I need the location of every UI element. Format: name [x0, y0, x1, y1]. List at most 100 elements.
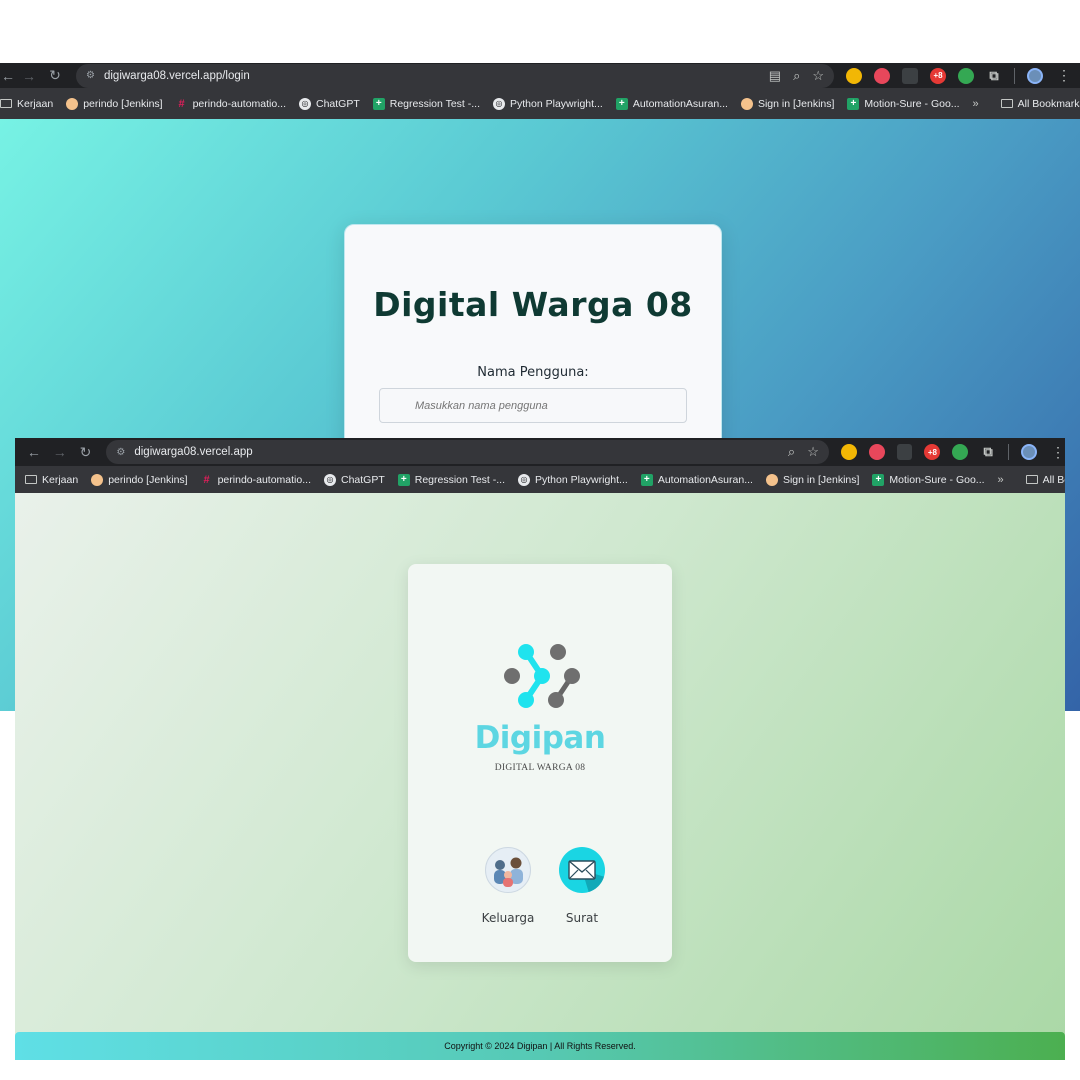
url-text[interactable]: digiwarga08.vercel.app: [134, 446, 776, 458]
chatgpt-icon: ◎: [493, 97, 506, 110]
site-info-icon[interactable]: ⚙: [116, 447, 125, 458]
translate-icon[interactable]: ▤: [769, 68, 781, 84]
more-bookmarks-icon[interactable]: »: [973, 98, 979, 110]
url-text[interactable]: digiwarga08.vercel.app/login: [104, 70, 757, 82]
extension-grid-icon[interactable]: [896, 444, 913, 460]
omnibox[interactable]: ⚙ digiwarga08.vercel.app/login ▤ ⌕ ☆: [76, 63, 834, 88]
reload-icon[interactable]: ↻: [42, 67, 68, 84]
all-bookmarks-label: All Bookmarks: [1017, 97, 1080, 110]
bookmark-item[interactable]: Sign in [Jenkins]: [765, 473, 860, 486]
bookmark-label: Kerjaan: [42, 473, 79, 486]
back-icon[interactable]: ←: [21, 444, 47, 460]
folder-icon: [0, 99, 12, 108]
menu-kebab-icon[interactable]: ⋮: [1051, 444, 1065, 461]
slack-icon: #: [203, 473, 210, 486]
profile-avatar-icon[interactable]: [1027, 67, 1043, 84]
bookmark-label: Sign in [Jenkins]: [782, 473, 860, 486]
mail-icon[interactable]: [559, 847, 605, 893]
extension-grid-icon[interactable]: [902, 67, 918, 84]
bookmark-item[interactable]: ◎ ChatGPT: [323, 473, 385, 486]
username-input[interactable]: [379, 388, 687, 423]
bookmark-label: Python Playwright...: [510, 97, 603, 110]
menu-item-surat[interactable]: Surat: [552, 847, 612, 925]
jenkins-icon: [91, 473, 104, 486]
bookmark-label: perindo [Jenkins]: [108, 473, 188, 486]
extension-badge-icon[interactable]: +8: [930, 67, 946, 84]
bookmark-item[interactable]: Kerjaan: [25, 474, 78, 486]
sheets-icon: +: [640, 473, 653, 486]
folder-icon: [25, 475, 37, 484]
brand-name: Digipan: [474, 720, 606, 756]
bookmarks-bar: Kerjaan perindo [Jenkins] # perindo-autom…: [15, 466, 1065, 493]
all-bookmarks-button[interactable]: All Bookmarks: [1000, 97, 1080, 110]
bookmark-label: ChatGPT: [340, 473, 385, 486]
extension-green-icon[interactable]: [952, 444, 969, 460]
back-icon[interactable]: ←: [0, 68, 16, 84]
omnibox[interactable]: ⚙ digiwarga08.vercel.app ⌕ ☆: [106, 440, 829, 464]
bookmark-label: perindo-automatio...: [217, 473, 311, 486]
extension-green-icon[interactable]: [958, 67, 974, 84]
bookmark-item[interactable]: ◎ ChatGPT: [298, 97, 360, 110]
all-bookmarks-label: All Bookmarks: [1042, 473, 1065, 486]
bookmark-item[interactable]: Sign in [Jenkins]: [740, 97, 835, 110]
dashboard-card: Digipan DIGITAL WARGA 08 Keluarga Surat: [408, 564, 672, 962]
bookmark-label: Motion-Sure - Goo...: [864, 97, 960, 110]
forward-icon[interactable]: →: [47, 444, 73, 460]
more-bookmarks-icon[interactable]: »: [998, 474, 1004, 486]
family-icon[interactable]: [485, 847, 531, 893]
address-bar-row: ← → ↻ ⚙ digiwarga08.vercel.app/login ▤ ⌕…: [0, 63, 1080, 88]
reload-icon[interactable]: ↻: [73, 444, 99, 461]
bookmark-label: perindo [Jenkins]: [83, 97, 163, 110]
bookmark-item[interactable]: perindo [Jenkins]: [91, 473, 188, 486]
bookmark-item[interactable]: # perindo-automatio...: [201, 474, 311, 486]
bookmark-item[interactable]: + AutomationAsuran...: [640, 473, 753, 486]
bookmark-label: ChatGPT: [315, 97, 360, 110]
bookmark-item[interactable]: # perindo-automatio...: [176, 98, 286, 110]
sheets-icon: +: [397, 473, 410, 486]
bookmark-item[interactable]: ◎ Python Playwright...: [518, 473, 628, 486]
extension-emoji-icon[interactable]: [846, 67, 862, 84]
bookmark-item[interactable]: + Motion-Sure - Goo...: [872, 473, 985, 486]
chatgpt-icon: ◎: [323, 473, 336, 486]
bookmark-item[interactable]: ◎ Python Playwright...: [493, 97, 603, 110]
chatgpt-icon: ◎: [298, 97, 311, 110]
username-label: Nama Pengguna:: [477, 365, 589, 380]
login-title: Digital Warga 08: [373, 285, 693, 324]
extension-emoji-icon[interactable]: [840, 444, 857, 460]
bookmark-label: perindo-automatio...: [192, 97, 286, 110]
bookmark-label: Regression Test -...: [389, 97, 481, 110]
extensions-puzzle-icon[interactable]: ⧉: [980, 444, 996, 460]
bookmark-star-icon[interactable]: ☆: [807, 444, 819, 460]
page-footer: Copyright © 2024 Digipan | All Rights Re…: [15, 1032, 1065, 1060]
sheets-icon: +: [872, 473, 885, 486]
bookmark-item[interactable]: perindo [Jenkins]: [66, 97, 163, 110]
bookmark-label: AutomationAsuran...: [657, 473, 753, 486]
brand-subtitle: DIGITAL WARGA 08: [494, 763, 586, 773]
slack-icon: #: [178, 97, 185, 110]
site-info-icon[interactable]: ⚙: [86, 70, 95, 81]
bookmark-label: Kerjaan: [17, 97, 54, 110]
extension-badge-icon[interactable]: +8: [924, 444, 941, 460]
bookmark-item[interactable]: Kerjaan: [0, 98, 53, 110]
extensions-puzzle-icon[interactable]: ⧉: [986, 68, 1002, 84]
bookmarks-bar: Kerjaan perindo [Jenkins] # perindo-autom…: [0, 88, 1080, 119]
extension-red-icon[interactable]: [868, 444, 885, 460]
menu-item-keluarga[interactable]: Keluarga: [478, 847, 538, 925]
bookmark-item[interactable]: + Regression Test -...: [372, 97, 481, 110]
jenkins-icon: [740, 97, 753, 110]
zoom-icon[interactable]: ⌕: [793, 68, 800, 84]
bookmark-item[interactable]: + AutomationAsuran...: [615, 97, 728, 110]
bookmark-label: Python Playwright...: [535, 473, 628, 486]
bookmark-label: Sign in [Jenkins]: [757, 97, 835, 110]
zoom-icon[interactable]: ⌕: [788, 444, 795, 460]
extension-red-icon[interactable]: [874, 67, 890, 84]
toolbar-separator: [1014, 67, 1015, 84]
bookmark-star-icon[interactable]: ☆: [812, 68, 824, 84]
forward-icon[interactable]: →: [16, 68, 42, 84]
menu-kebab-icon[interactable]: ⋮: [1057, 67, 1071, 84]
bookmark-item[interactable]: + Regression Test -...: [397, 473, 505, 486]
all-bookmarks-button[interactable]: All Bookmarks: [1025, 473, 1065, 486]
profile-avatar-icon[interactable]: [1021, 444, 1037, 460]
screenshot-stage: ← → ↻ ⚙ digiwarga08.vercel.app/login ▤ ⌕…: [0, 0, 1080, 1080]
bookmark-item[interactable]: + Motion-Sure - Goo...: [847, 97, 960, 110]
